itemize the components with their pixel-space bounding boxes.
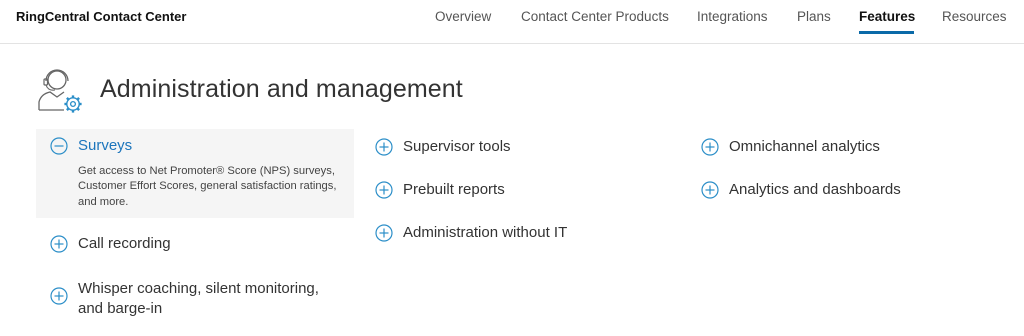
accordion-label: Call recording: [78, 235, 171, 252]
accordion-label: Analytics and dashboards: [729, 181, 901, 198]
accordion-label: Prebuilt reports: [403, 181, 505, 198]
plus-circle-icon: [50, 235, 68, 253]
top-nav: RingCentral Contact Center Overview Cont…: [0, 0, 1024, 44]
nav-link-contact-center-products[interactable]: Contact Center Products: [521, 9, 669, 24]
accordion-label: Supervisor tools: [403, 138, 511, 155]
brand-logo-text[interactable]: RingCentral Contact Center: [16, 9, 186, 24]
accordion-item-call-recording[interactable]: Call recording: [50, 235, 340, 255]
nav-link-integrations[interactable]: Integrations: [697, 9, 768, 24]
accordion-item-analytics-and-dashboards[interactable]: Analytics and dashboards: [701, 181, 991, 201]
accordion-item-supervisor-tools[interactable]: Supervisor tools: [375, 138, 665, 158]
plus-circle-icon: [701, 181, 719, 199]
accordion-item-surveys[interactable]: Surveys: [50, 137, 340, 157]
accordion-item-omnichannel-analytics[interactable]: Omnichannel analytics: [701, 138, 991, 158]
accordion-item-prebuilt-reports[interactable]: Prebuilt reports: [375, 181, 665, 201]
plus-circle-icon: [375, 138, 393, 156]
minus-circle-icon: [50, 137, 68, 155]
accordion-label: Whisper coaching, silent monitoring, and…: [78, 280, 319, 317]
nav-link-features[interactable]: Features: [859, 9, 915, 24]
plus-circle-icon: [375, 181, 393, 199]
nav-link-overview[interactable]: Overview: [435, 9, 491, 24]
section-title: Administration and management: [100, 75, 463, 103]
accordion-item-administration-without-it[interactable]: Administration without IT: [375, 224, 665, 244]
plus-circle-icon: [701, 138, 719, 156]
accordion-label: Omnichannel analytics: [729, 138, 880, 155]
nav-active-underline: [859, 31, 914, 34]
agent-headset-gear-icon: [38, 69, 82, 113]
accordion-label: Administration without IT: [403, 224, 568, 241]
accordion-label: Surveys: [78, 137, 133, 154]
accordion-description: Get access to Net Promoter® Score (NPS) …: [78, 165, 337, 208]
plus-circle-icon: [375, 224, 393, 242]
accordion-item-whisper-coaching[interactable]: Whisper coaching, silent monitoring, and…: [50, 280, 340, 327]
nav-link-plans[interactable]: Plans: [797, 9, 831, 24]
plus-circle-icon: [50, 287, 68, 305]
nav-link-resources[interactable]: Resources: [942, 9, 1007, 24]
